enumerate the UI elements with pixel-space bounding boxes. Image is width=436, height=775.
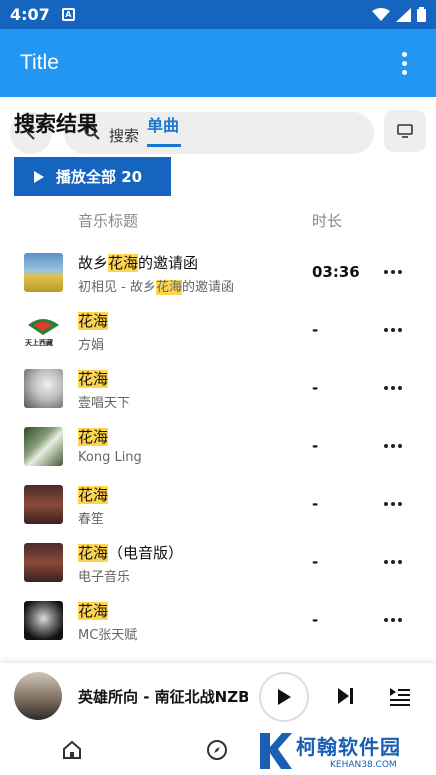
more-options-button[interactable]	[384, 502, 402, 508]
track-artist: 壹唱天下	[78, 396, 131, 411]
track-artist: MC张天赋	[78, 628, 138, 643]
status-bar: 4:07 A	[0, 0, 436, 29]
track-title: 花海	[78, 428, 109, 446]
album-art	[24, 543, 63, 582]
compass-icon	[207, 740, 227, 760]
dot-icon	[401, 51, 407, 57]
app-bar: Title	[0, 29, 436, 97]
signal-icon	[396, 7, 411, 22]
watermark-logo-icon	[260, 733, 292, 769]
table-row[interactable]: 花海 壹唱天下 -	[0, 360, 436, 418]
table-row[interactable]: 花海 MC张天赋 -	[0, 592, 436, 650]
column-header-title: 音乐标题	[78, 212, 139, 230]
more-options-button[interactable]	[384, 270, 402, 276]
now-playing-cover	[14, 672, 62, 720]
column-header-duration: 时长	[312, 212, 343, 230]
more-options-button[interactable]	[384, 560, 402, 566]
dot-icon	[401, 60, 407, 66]
track-title: 花海	[78, 602, 109, 620]
album-art: 天上西藏	[24, 311, 63, 350]
track-artist: 电子音乐	[78, 570, 131, 585]
play-icon	[34, 170, 44, 183]
nav-explore[interactable]	[206, 739, 228, 765]
play-all-button[interactable]: 播放全部 20	[14, 157, 171, 196]
track-duration: -	[312, 379, 319, 397]
monitor-icon	[397, 124, 413, 138]
now-playing-bar[interactable]: 英雄所向 - 南征北战NZBZ	[0, 663, 436, 731]
table-row[interactable]: 花海（电音版） 电子音乐 -	[0, 534, 436, 592]
status-icons	[372, 7, 426, 22]
watermark-text: 柯翰软件园	[296, 735, 401, 759]
track-duration: -	[312, 437, 319, 455]
nav-home[interactable]	[61, 739, 83, 765]
next-button[interactable]	[334, 685, 356, 711]
track-duration: -	[312, 495, 319, 513]
album-art	[24, 369, 63, 408]
track-duration: -	[312, 553, 319, 571]
watermark: 柯翰软件园 KEHAN38.COM	[256, 727, 436, 775]
search-bar[interactable]: 搜索	[64, 112, 374, 154]
track-artist: 初相见 - 故乡花海的邀请函	[78, 280, 234, 295]
album-art	[24, 601, 63, 640]
play-button[interactable]	[259, 672, 309, 722]
album-art	[24, 485, 63, 524]
watermark-url: KEHAN38.COM	[330, 760, 397, 770]
table-row[interactable]: 花海 Kong Ling -	[0, 418, 436, 476]
table-row[interactable]: 故乡花海的邀请函 初相见 - 故乡花海的邀请函 03:36	[0, 244, 436, 302]
more-options-button[interactable]	[384, 444, 402, 450]
search-label: 搜索	[109, 127, 140, 145]
more-options-button[interactable]	[384, 618, 402, 624]
track-title: 故乡花海的邀请函	[78, 254, 199, 272]
home-icon	[63, 740, 81, 759]
battery-icon	[417, 7, 426, 22]
wifi-icon	[372, 7, 390, 21]
dot-icon	[401, 69, 407, 75]
album-art	[24, 427, 63, 466]
more-options-button[interactable]	[384, 328, 402, 334]
play-all-label: 播放全部 20	[56, 168, 143, 186]
track-duration: -	[312, 611, 319, 629]
play-icon	[278, 689, 291, 705]
track-artist: 春笙	[78, 512, 105, 527]
queue-button[interactable]	[388, 685, 412, 711]
skip-next-icon	[338, 688, 353, 704]
app-title: Title	[20, 51, 59, 74]
notification-icon: A	[61, 8, 75, 21]
playlist-icon	[390, 688, 410, 706]
now-playing-title: 英雄所向 - 南征北战NZBZ	[78, 688, 248, 706]
search-row: 搜索 单曲 搜索结果	[0, 108, 436, 156]
track-duration: -	[312, 321, 319, 339]
track-artist: 方娟	[78, 338, 105, 353]
more-options-button[interactable]	[384, 386, 402, 392]
page-title: 搜索结果	[14, 112, 98, 136]
track-artist: Kong Ling	[78, 450, 142, 465]
tab-indicator	[147, 144, 181, 147]
track-title: 花海（电音版）	[78, 544, 184, 562]
track-title: 花海	[78, 370, 109, 388]
track-title: 花海	[78, 486, 109, 504]
status-time: 4:07	[10, 5, 50, 24]
table-row[interactable]: 花海 春笙 -	[0, 476, 436, 534]
cast-button[interactable]	[384, 110, 426, 152]
track-duration: 03:36	[312, 263, 360, 281]
table-row[interactable]: 天上西藏 花海 方娟 -	[0, 302, 436, 360]
track-title: 花海	[78, 312, 109, 330]
tab-songs[interactable]: 单曲	[147, 112, 179, 136]
album-art	[24, 253, 63, 292]
overflow-menu-button[interactable]	[392, 43, 416, 83]
